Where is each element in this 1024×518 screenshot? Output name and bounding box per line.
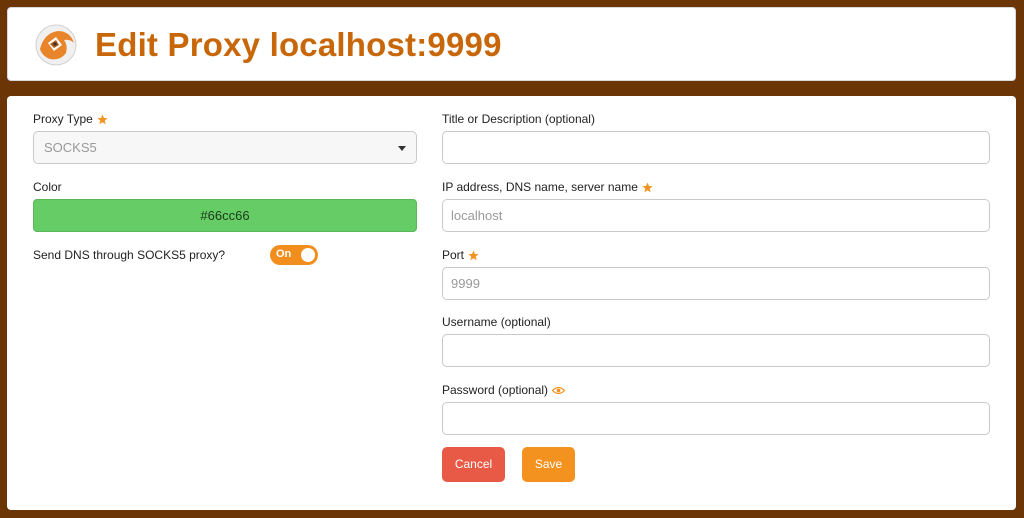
page-header: Edit Proxy localhost:9999 (7, 7, 1016, 81)
title-label: Title or Description (optional) (442, 112, 595, 126)
password-input[interactable] (442, 402, 990, 435)
proxy-type-label: Proxy Type (33, 112, 108, 126)
address-label: IP address, DNS name, server name (442, 180, 653, 194)
toggle-state-text: On (276, 248, 292, 260)
required-star-icon (97, 114, 108, 124)
dns-toggle[interactable]: On (270, 245, 318, 265)
port-label: Port (442, 248, 479, 262)
dns-toggle-label: Send DNS through SOCKS5 proxy? (33, 248, 226, 262)
save-button[interactable]: Save (522, 447, 575, 482)
required-star-icon (468, 250, 479, 260)
color-label: Color (33, 180, 62, 194)
port-input[interactable] (442, 267, 990, 300)
color-picker[interactable]: #66cc66 (33, 199, 417, 232)
title-input[interactable] (442, 131, 990, 164)
required-star-icon (642, 182, 653, 192)
password-label: Password (optional) (442, 383, 566, 397)
username-input[interactable] (442, 334, 990, 367)
page-title: Edit Proxy localhost:9999 (95, 26, 502, 63)
eye-icon[interactable] (552, 386, 566, 395)
username-label: Username (optional) (442, 315, 551, 329)
proxy-type-select[interactable]: SOCKS5 (33, 131, 417, 164)
firefox-fox-logo-icon (35, 24, 77, 66)
toggle-knob (301, 248, 315, 262)
proxy-form: Proxy Type SOCKS5 Color #66cc66 Send DNS… (7, 96, 1016, 510)
address-input[interactable] (442, 199, 990, 232)
cancel-button[interactable]: Cancel (442, 447, 505, 482)
dropdown-caret-icon (398, 146, 406, 151)
